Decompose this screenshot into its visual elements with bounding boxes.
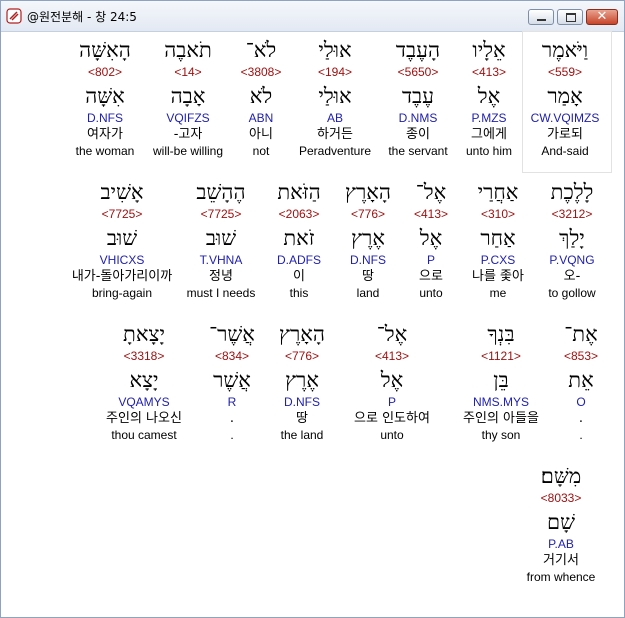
word-cell[interactable]: הַזֹּאת <2063> זֹאת D.ADFS 이 this bbox=[254, 178, 344, 301]
minimize-icon bbox=[537, 19, 546, 21]
lexical-form: עֶבֶד bbox=[401, 84, 435, 108]
parsing-code: D.NMS bbox=[398, 111, 438, 125]
word-cell[interactable]: תֹאבֶה <14> אָבָה VQIFZS -고자 will-be wil… bbox=[143, 36, 233, 159]
close-icon: ✕ bbox=[596, 9, 608, 24]
english-gloss: . bbox=[230, 428, 234, 442]
hebrew-word: אָשִׁיב bbox=[100, 180, 144, 204]
strong-number[interactable]: <834> bbox=[187, 348, 277, 364]
word-cell[interactable]: הָעֶבֶד <5650> עֶבֶד D.NMS 종이 the servan… bbox=[373, 36, 463, 159]
minimize-button[interactable] bbox=[528, 9, 554, 25]
word-cell[interactable]: אֶל־ <413> אֶל P 으로 인도하여 unto bbox=[342, 320, 442, 443]
parsing-code: R bbox=[227, 395, 237, 409]
hebrew-word: תֹאבֶה bbox=[164, 38, 212, 62]
english-gloss: from whence bbox=[526, 570, 596, 584]
english-gloss: must I needs bbox=[186, 286, 256, 300]
parsing-code: VQIFZS bbox=[166, 111, 210, 125]
strong-number[interactable]: <1121> bbox=[446, 348, 556, 364]
lexical-form: אֶל bbox=[380, 368, 404, 392]
korean-gloss: 으로 인도하여 bbox=[354, 411, 430, 426]
window-title: @원전분해 - 창 24:5 bbox=[27, 10, 137, 24]
maximize-icon bbox=[566, 13, 576, 22]
korean-gloss: . bbox=[229, 411, 235, 426]
word-cell[interactable]: הָאִשָּׁה <802> אִשָּׁה D.NFS 여자가 the wo… bbox=[60, 36, 150, 159]
strong-number[interactable]: <802> bbox=[60, 64, 150, 80]
korean-gloss: 내가-돌아가리이까 bbox=[71, 269, 173, 284]
strong-number[interactable]: <14> bbox=[143, 64, 233, 80]
korean-gloss: 정녕 bbox=[209, 269, 233, 284]
strong-number[interactable]: <7725> bbox=[176, 206, 266, 222]
parsing-code: P.AB bbox=[548, 537, 574, 551]
english-gloss: thy son bbox=[481, 428, 521, 442]
parsing-code: P bbox=[387, 395, 396, 409]
lexical-form: זֹאת bbox=[283, 226, 315, 250]
word-cell[interactable]: אֲשֶׁר־ <834> אֲשֶׁר R . . bbox=[187, 320, 277, 443]
app-window: @원전분해 - 창 24:5 ✕ וַיֹּאמֶר <559> אָמַר C… bbox=[0, 0, 625, 618]
hebrew-word: יָצָאתָ bbox=[123, 322, 165, 346]
parsing-code: NMS.MYS bbox=[472, 395, 529, 409]
strong-number[interactable]: <413> bbox=[342, 348, 442, 364]
lexical-form: אֲשֶׁר bbox=[213, 368, 251, 392]
analysis-pane: וַיֹּאמֶר <559> אָמַר CW.VQIMZS 가로되 And-… bbox=[2, 32, 623, 617]
lexical-form: שׁוּב bbox=[106, 226, 138, 250]
korean-gloss: 이 bbox=[293, 269, 305, 284]
title-bar[interactable]: @원전분해 - 창 24:5 ✕ bbox=[1, 1, 624, 32]
korean-gloss: 주인의 나오신 bbox=[106, 411, 182, 426]
word-cell[interactable]: הֶהָשֵׁב <7725> שׁוּב T.VHNA 정녕 must I n… bbox=[176, 178, 266, 301]
strong-number[interactable]: <3318> bbox=[89, 348, 199, 364]
hebrew-word: אֲשֶׁר־ bbox=[209, 322, 255, 346]
hebrew-word: אֶל־ bbox=[376, 322, 408, 346]
app-logo-icon bbox=[6, 8, 22, 24]
hebrew-word: מִשָּׁם׃ bbox=[540, 464, 582, 488]
english-gloss: the woman bbox=[75, 144, 135, 158]
maximize-button[interactable] bbox=[557, 9, 583, 25]
word-cell[interactable]: יָצָאתָ <3318> יָצָא VQAMYS 주인의 나오신 thou… bbox=[89, 320, 199, 443]
hebrew-word: הָעֶבֶד bbox=[395, 38, 441, 62]
korean-gloss: 주인의 아들을 bbox=[463, 411, 539, 426]
word-cell[interactable]: מִשָּׁם׃ <8033> שָׁם P.AB 거기서 from whenc… bbox=[516, 462, 606, 585]
english-gloss: thou camest bbox=[111, 428, 177, 442]
word-cell[interactable]: אָשִׁיב <7725> שׁוּב VHICXS 내가-돌아가리이까 br… bbox=[62, 178, 182, 301]
close-button[interactable]: ✕ bbox=[586, 9, 618, 25]
lexical-form: שׁוּב bbox=[205, 226, 237, 250]
lexical-form: אָבָה bbox=[170, 84, 206, 108]
english-gloss: unto bbox=[380, 428, 404, 442]
lexical-form: שָׁם bbox=[547, 510, 575, 534]
korean-gloss: -고자 bbox=[173, 127, 203, 142]
lexical-form: יָצָא bbox=[129, 368, 159, 392]
strong-number[interactable]: <7725> bbox=[62, 206, 182, 222]
korean-gloss: 종이 bbox=[406, 127, 430, 142]
hebrew-word: הָאִשָּׁה bbox=[79, 38, 131, 62]
hebrew-word: הֶהָשֵׁב bbox=[196, 180, 246, 204]
strong-number[interactable]: <2063> bbox=[254, 206, 344, 222]
english-gloss: bring-again bbox=[91, 286, 153, 300]
korean-gloss: 거기서 bbox=[543, 553, 579, 568]
parsing-code: D.ADFS bbox=[276, 253, 321, 267]
parsing-code: VQAMYS bbox=[118, 395, 170, 409]
english-gloss: this bbox=[289, 286, 309, 300]
english-gloss: the servant bbox=[388, 144, 448, 158]
hebrew-word: בִּנְךָ bbox=[487, 322, 515, 346]
parsing-code: T.VHNA bbox=[199, 253, 243, 267]
lexical-form: בֵּן bbox=[493, 368, 509, 392]
parsing-code: VHICXS bbox=[99, 253, 145, 267]
word-cell[interactable]: בִּנְךָ <1121> בֵּן NMS.MYS 주인의 아들을 thy … bbox=[446, 320, 556, 443]
strong-number[interactable]: <8033> bbox=[516, 490, 606, 506]
strong-number[interactable]: <5650> bbox=[373, 64, 463, 80]
hebrew-word: הַזֹּאת bbox=[277, 180, 321, 204]
parsing-code: D.NFS bbox=[87, 111, 123, 125]
lexical-form: אִשָּׁה bbox=[85, 84, 125, 108]
english-gloss: will-be willing bbox=[152, 144, 224, 158]
korean-gloss: 여자가 bbox=[87, 127, 123, 142]
